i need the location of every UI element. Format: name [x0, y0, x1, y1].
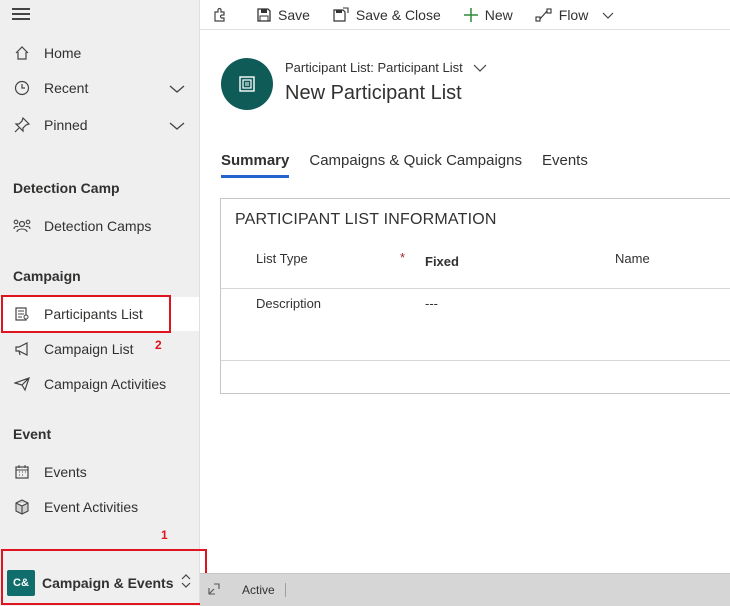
nav-item-events[interactable]: Events — [0, 455, 199, 489]
flow-icon — [535, 7, 552, 22]
flow-button[interactable]: Flow — [535, 1, 621, 29]
required-mark: * — [400, 250, 406, 265]
list-type-field[interactable]: Fixed — [425, 254, 459, 269]
form-section-card: PARTICIPANT LIST INFORMATION List Type *… — [220, 198, 730, 394]
step-label-1: 1 — [161, 528, 168, 542]
nav-item-campaign-activities[interactable]: Campaign Activities — [0, 367, 199, 401]
form-row-description: Description --- — [221, 289, 730, 361]
detection-camps-icon — [12, 216, 32, 236]
highlight-box-area-switcher — [1, 549, 207, 605]
chevron-down-icon[interactable] — [473, 60, 487, 75]
entity-subtitle[interactable]: Participant List: Participant List — [285, 60, 487, 75]
nav-label: Campaign Activities — [44, 376, 167, 392]
home-icon — [12, 43, 32, 63]
name-label: Name — [615, 251, 650, 266]
save-close-icon — [333, 6, 349, 22]
section-title: PARTICIPANT LIST INFORMATION — [235, 211, 497, 228]
chevron-down-icon[interactable] — [169, 118, 185, 134]
nav-label: Event Activities — [44, 499, 139, 515]
entity-subtitle-text: Participant List: Participant List — [285, 60, 463, 75]
nav-label: Pinned — [44, 117, 88, 133]
plus-icon — [463, 7, 478, 22]
nav-label: Events — [44, 464, 87, 480]
save-label: Save — [278, 6, 310, 23]
nav-item-home[interactable]: Home — [0, 36, 199, 70]
nav-item-detection-camps[interactable]: Detection Camps — [0, 209, 199, 243]
flow-label: Flow — [558, 6, 589, 23]
entity-icon — [221, 58, 273, 110]
save-close-button[interactable]: Save & Close — [332, 1, 441, 29]
new-button[interactable]: New — [463, 1, 513, 29]
status-footer: Active — [200, 573, 730, 606]
tab-campaigns-quick-campaigns[interactable]: Campaigns & Quick Campaigns — [309, 152, 522, 178]
description-field[interactable]: --- — [425, 296, 438, 311]
chevron-down-icon[interactable] — [602, 7, 620, 23]
puzzle-icon[interactable] — [212, 1, 234, 29]
nav-item-recent[interactable]: Recent — [0, 71, 199, 105]
nav-item-pinned[interactable]: Pinned — [0, 108, 199, 142]
tab-summary[interactable]: Summary — [221, 152, 290, 178]
clock-icon — [12, 78, 32, 98]
chevron-down-icon[interactable] — [169, 81, 185, 97]
list-type-label: List Type — [256, 251, 308, 266]
description-label: Description — [256, 296, 322, 311]
command-bar: Save Save & Close New Flow — [200, 0, 730, 30]
nav-item-event-activities[interactable]: Event Activities — [0, 490, 199, 524]
highlight-box-participants-list — [1, 295, 171, 333]
tab-events[interactable]: Events — [542, 152, 588, 178]
save-icon — [257, 7, 271, 22]
nav-label: Recent — [44, 80, 89, 96]
page-title: New Participant List — [285, 82, 462, 104]
megaphone-icon — [12, 339, 32, 359]
form-row-list-type: List Type * Fixed Name — [221, 249, 730, 289]
nav-label: Home — [44, 45, 82, 61]
section-title-campaign: Campaign — [13, 268, 81, 284]
nav-label: Detection Camps — [44, 218, 152, 234]
status-text: Active — [242, 583, 286, 597]
tab-bar: Summary Campaigns & Quick Campaigns Even… — [221, 152, 608, 178]
calendar-icon — [12, 462, 32, 482]
expand-icon[interactable] — [208, 582, 220, 598]
section-title-event: Event — [13, 426, 52, 442]
paper-plane-icon — [12, 374, 32, 394]
new-label: New — [484, 6, 513, 23]
nav-label: Campaign List — [44, 341, 134, 357]
step-label-2: 2 — [155, 338, 162, 352]
save-button[interactable]: Save — [256, 1, 310, 29]
save-close-label: Save & Close — [355, 6, 441, 23]
cube-icon — [12, 497, 32, 517]
pin-icon — [12, 115, 32, 135]
section-title-detection-camp: Detection Camp — [13, 180, 120, 196]
nav-item-campaign-list[interactable]: Campaign List — [0, 332, 199, 366]
hamburger-menu-icon[interactable] — [12, 8, 30, 22]
